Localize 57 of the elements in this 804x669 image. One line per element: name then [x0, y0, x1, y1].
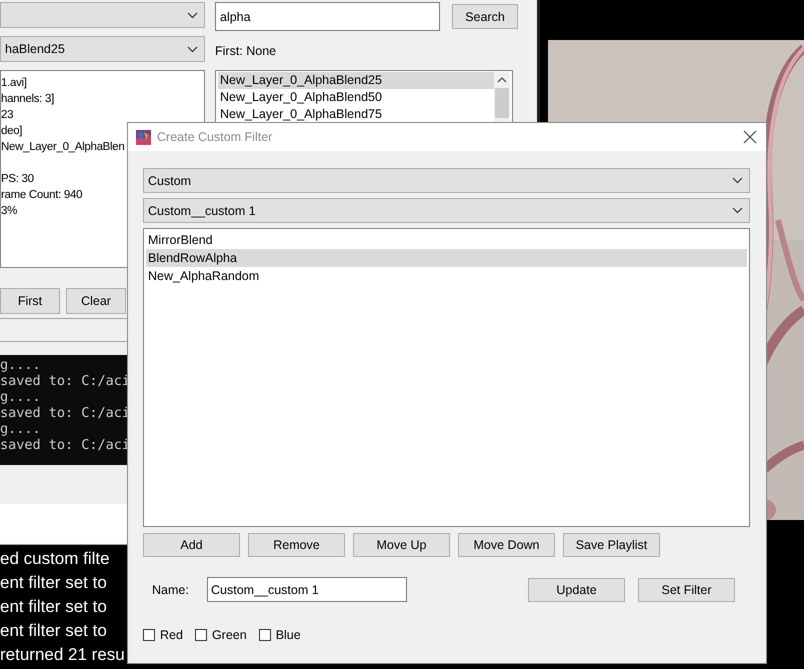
chevron-icon: [187, 46, 198, 52]
action-button[interactable]: Add: [143, 533, 240, 557]
info-line: rame Count: 940: [1, 188, 82, 203]
info-line: deo]: [1, 124, 22, 139]
first-label: First: None: [215, 44, 278, 58]
console-line: g....: [0, 421, 42, 437]
text-field[interactable]: [0, 504, 127, 545]
checkbox-label: Green: [212, 628, 247, 642]
info-line: 3%: [1, 204, 18, 219]
checkbox[interactable]: [143, 629, 155, 641]
window-title: Create Custom Filter: [157, 130, 274, 144]
name-label: Name:: [152, 582, 190, 596]
info-line: hannels: 3]: [1, 92, 54, 107]
info-line: 23: [1, 108, 14, 123]
scrollbar[interactable]: [494, 72, 510, 122]
list-item[interactable]: New_AlphaRandom: [146, 267, 747, 285]
console-line: saved to: C:/aci: [0, 373, 127, 389]
list-item[interactable]: MirrorBlend: [146, 231, 747, 249]
checkbox-label: Blue: [276, 628, 301, 642]
chevron-icon: [732, 177, 743, 184]
chevron-icon: [187, 12, 198, 18]
action-button[interactable]: Set Filter: [638, 578, 735, 602]
checkbox[interactable]: [194, 629, 207, 641]
chevron-icon: [732, 207, 743, 214]
search-button[interactable]: Search: [452, 4, 518, 29]
dropdown[interactable]: Custom: [143, 168, 750, 193]
info-line: 1.avi]: [1, 76, 27, 91]
app-icon: [136, 130, 151, 144]
search-field[interactable]: alpha: [215, 2, 440, 31]
result-item[interactable]: New_Layer_0_AlphaBlend25: [218, 72, 494, 89]
log-line: ent filter set to: [0, 620, 107, 642]
log-line: returned 21 resu: [0, 644, 125, 666]
dropdown[interactable]: haBlend25: [0, 36, 205, 62]
log-line: ent filter set to: [0, 572, 107, 594]
console-line: saved to: C:/aci: [0, 437, 127, 453]
action-button[interactable]: Update: [528, 578, 625, 602]
result-item[interactable]: New_Layer_0_AlphaBlend50: [218, 89, 494, 106]
action-button[interactable]: Move Up: [353, 533, 450, 557]
dropdown[interactable]: Custom__custom 1: [143, 198, 750, 223]
log-line: ed custom filte: [0, 548, 110, 570]
close-icon[interactable]: [742, 129, 758, 145]
console-line: g....: [0, 357, 42, 373]
console-line: saved to: C:/aci: [0, 405, 127, 421]
action-button[interactable]: Move Down: [458, 533, 555, 557]
console-line: g....: [0, 389, 42, 405]
toolbar-button[interactable]: First: [0, 288, 60, 314]
log-line: ent filter set to: [0, 596, 107, 618]
list-item[interactable]: BlendRowAlpha: [146, 249, 747, 267]
toolbar-button[interactable]: Clear: [66, 288, 126, 314]
checkbox-label: Red: [160, 628, 183, 642]
info-line: New_Layer_0_AlphaBlen: [1, 140, 124, 155]
action-button[interactable]: Save Playlist: [563, 533, 660, 557]
checkbox[interactable]: [258, 629, 271, 641]
info-line: PS: 30: [1, 172, 34, 187]
name-field[interactable]: Custom__custom 1: [207, 577, 407, 602]
result-item[interactable]: New_Layer_0_AlphaBlend75: [218, 106, 494, 123]
action-button[interactable]: Remove: [248, 533, 345, 557]
